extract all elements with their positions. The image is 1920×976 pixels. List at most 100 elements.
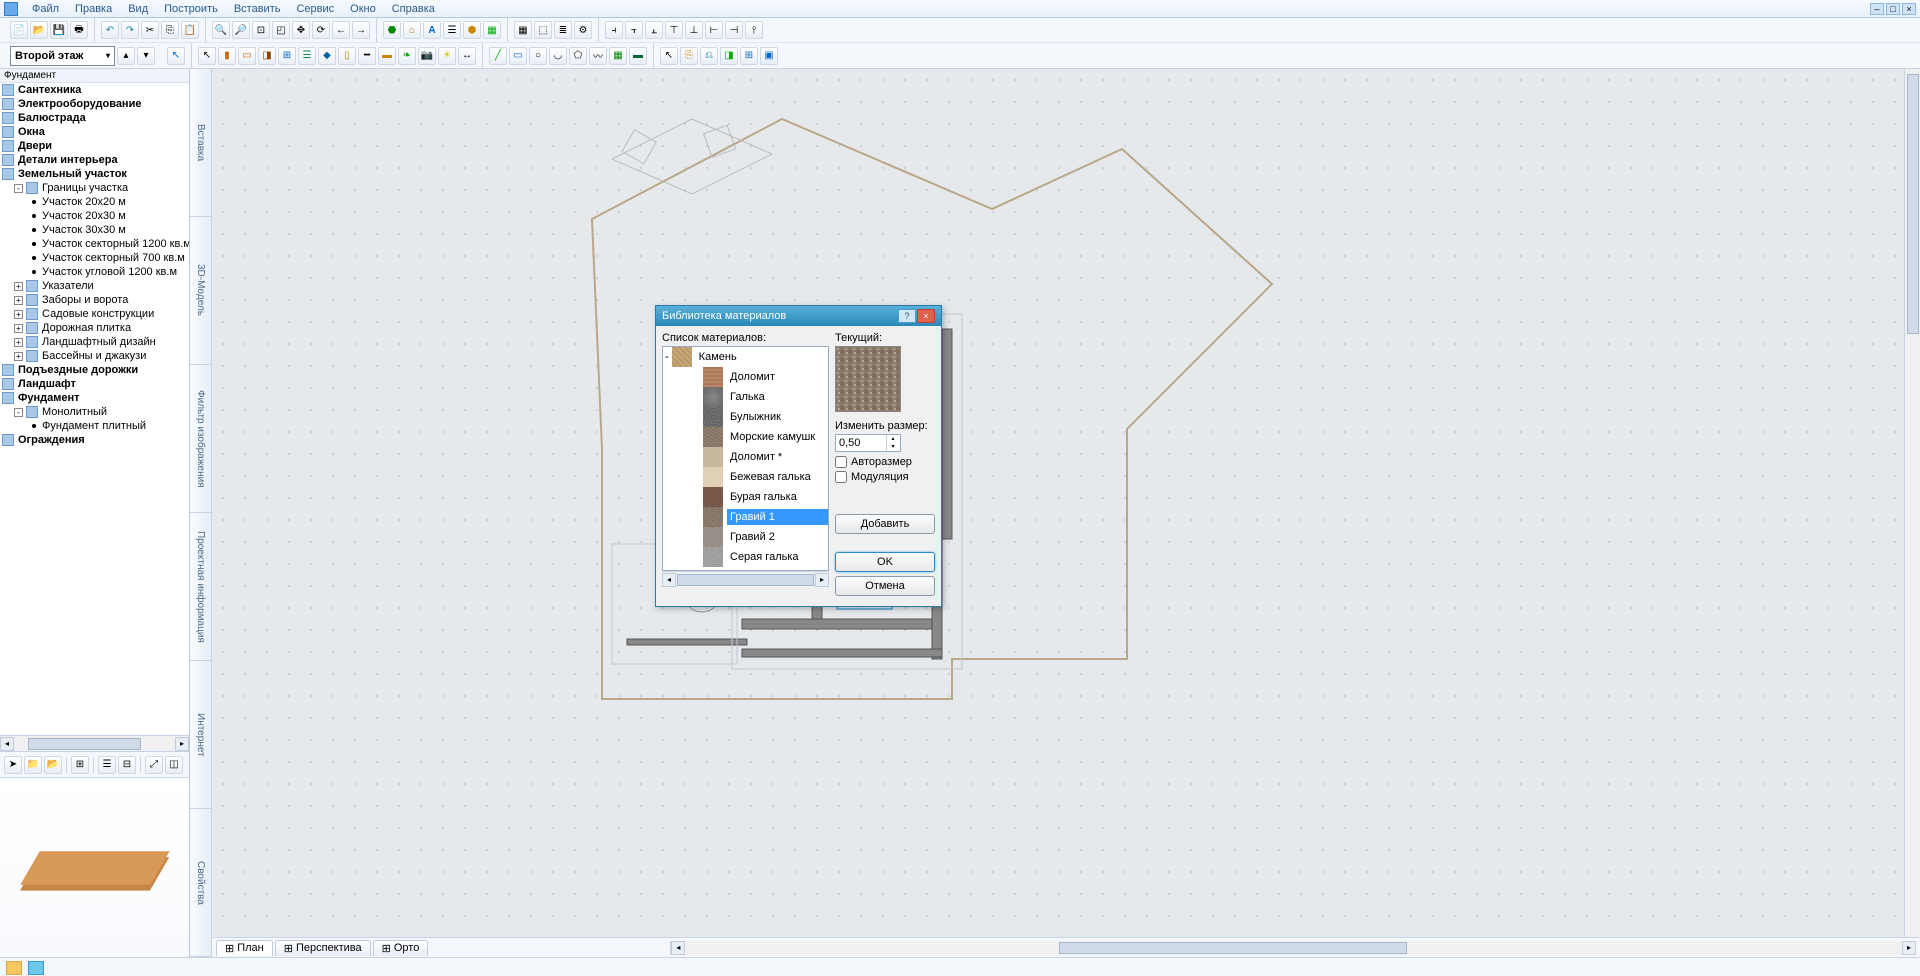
align-6[interactable]: ⊢ — [705, 21, 723, 39]
material-item[interactable]: Булыжник — [663, 407, 828, 427]
arc-tool[interactable]: ◡ — [549, 47, 567, 65]
material-item[interactable]: Доломит * — [663, 447, 828, 467]
add-button[interactable]: Добавить — [835, 514, 935, 534]
undo-button[interactable]: ↶ — [101, 21, 119, 39]
lt-1[interactable]: ➤ — [4, 756, 22, 774]
dialog-titlebar[interactable]: Библиотека материалов ? × — [656, 306, 941, 326]
canvas[interactable]: Библиотека материалов ? × Список материа… — [212, 69, 1920, 937]
tool-a-button[interactable]: ⬣ — [383, 21, 401, 39]
wall-tool[interactable]: ▮ — [218, 47, 236, 65]
lt-4[interactable]: ⊞ — [71, 756, 89, 774]
tree-item[interactable]: +Заборы и ворота — [0, 293, 189, 307]
mod-2[interactable]: ⎘ — [680, 47, 698, 65]
snap-button[interactable]: ⬚ — [534, 21, 552, 39]
material-item[interactable]: Бурая галька — [663, 487, 828, 507]
canvas-tab-План[interactable]: ⊞План — [216, 940, 273, 956]
settings-button[interactable]: ⚙ — [574, 21, 592, 39]
tool-e-button[interactable]: ▦ — [483, 21, 501, 39]
menu-Файл[interactable]: Файл — [24, 3, 67, 15]
vtab-Свойства[interactable]: Свойства — [190, 809, 211, 957]
tree-item[interactable]: +Ландшафтный дизайн — [0, 335, 189, 349]
tool-d-button[interactable]: ⬢ — [463, 21, 481, 39]
mod-4[interactable]: ◨ — [720, 47, 738, 65]
status-icon-1[interactable] — [6, 961, 22, 975]
menu-Справка[interactable]: Справка — [384, 3, 443, 15]
align-1[interactable]: ⫞ — [605, 21, 623, 39]
beam-tool[interactable]: ━ — [358, 47, 376, 65]
window-tool[interactable]: ⊞ — [278, 47, 296, 65]
rect-tool[interactable]: ▭ — [509, 47, 527, 65]
ok-button[interactable]: OK — [835, 552, 935, 572]
autosize-checkbox[interactable]: Авторазмер — [835, 456, 935, 468]
maximize-button[interactable]: □ — [1886, 3, 1900, 15]
tree-item[interactable]: -Границы участка — [0, 181, 189, 195]
modulation-checkbox[interactable]: Модуляция — [835, 471, 935, 483]
material-item[interactable]: Гравий 2 — [663, 527, 828, 547]
tree-item[interactable]: Участок 20х30 м — [0, 209, 189, 223]
vtab-Фильтр изображения[interactable]: Фильтр изображения — [190, 365, 211, 513]
room-tool[interactable]: ▭ — [238, 47, 256, 65]
mod-3[interactable]: ⎌ — [700, 47, 718, 65]
material-item[interactable]: Бежевая галька — [663, 467, 828, 487]
tree-item[interactable]: Земельный участок — [0, 167, 189, 181]
material-item[interactable]: Серая галька — [663, 547, 828, 567]
tree-hscroll[interactable]: ◂▸ — [0, 735, 189, 751]
material-item[interactable]: -Камень — [663, 347, 828, 367]
material-item[interactable]: Галька — [663, 387, 828, 407]
tree-item[interactable]: Сантехника — [0, 83, 189, 97]
column-tool[interactable]: ▯ — [338, 47, 356, 65]
dialog-help-button[interactable]: ? — [898, 309, 916, 323]
poly-tool[interactable]: ⬠ — [569, 47, 587, 65]
tree-item[interactable]: +Бассейны и джакузи — [0, 349, 189, 363]
tree-item[interactable]: Балюстрада — [0, 111, 189, 125]
copy-button[interactable]: ⎘ — [161, 21, 179, 39]
tree-item[interactable]: Электрооборудование — [0, 97, 189, 111]
materials-list-hscroll[interactable]: ◂ ▸ — [662, 571, 829, 587]
menu-Сервис[interactable]: Сервис — [288, 3, 342, 15]
align-8[interactable]: ⫯ — [745, 21, 763, 39]
tree-item[interactable]: Фундамент — [0, 391, 189, 405]
floor-select[interactable]: Второй этаж — [10, 46, 115, 66]
zoom-next-button[interactable]: → — [352, 21, 370, 39]
spline-tool[interactable]: 〰 — [589, 47, 607, 65]
material-item[interactable]: Гравий 1 — [663, 507, 828, 527]
lt-2[interactable]: 📁 — [24, 756, 42, 774]
camera-tool[interactable]: 📷 — [418, 47, 436, 65]
vtab-Интернет[interactable]: Интернет — [190, 661, 211, 809]
menu-Вставить[interactable]: Вставить — [226, 3, 289, 15]
tree-item[interactable]: Участок секторный 1200 кв.м — [0, 237, 189, 251]
close-button[interactable]: × — [1902, 3, 1916, 15]
lt-6[interactable]: ⊟ — [118, 756, 136, 774]
floor-up-button[interactable]: ▴ — [117, 47, 135, 65]
minimize-button[interactable]: – — [1870, 3, 1884, 15]
text-button[interactable]: A — [423, 21, 441, 39]
material-item[interactable]: Морские камушк — [663, 427, 828, 447]
vtab-Вставка[interactable]: Вставка — [190, 69, 211, 217]
print-button[interactable]: 🖶 — [70, 21, 88, 39]
hatch-tool[interactable]: ▦ — [609, 47, 627, 65]
canvas-tab-Перспектива[interactable]: ⊞Перспектива — [275, 940, 371, 956]
align-4[interactable]: ⊤ — [665, 21, 683, 39]
status-icon-2[interactable] — [28, 961, 44, 975]
menu-Вид[interactable]: Вид — [120, 3, 156, 15]
tool-c-button[interactable]: ☰ — [443, 21, 461, 39]
tree-item[interactable]: Фундамент плитный — [0, 419, 189, 433]
grid-button[interactable]: ▦ — [514, 21, 532, 39]
tree-item[interactable]: +Указатели — [0, 279, 189, 293]
zoom-window-button[interactable]: ◰ — [272, 21, 290, 39]
tree-item[interactable]: Окна — [0, 125, 189, 139]
materials-list[interactable]: -КаменьДоломитГалькаБулыжникМорские каму… — [662, 346, 829, 571]
tree-item[interactable]: Ландшафт — [0, 377, 189, 391]
catalog-tree[interactable]: СантехникаЭлектрооборудованиеБалюстрадаО… — [0, 83, 189, 735]
tree-item[interactable]: Ограждения — [0, 433, 189, 447]
zoom-prev-button[interactable]: ← — [332, 21, 350, 39]
tree-item[interactable]: Двери — [0, 139, 189, 153]
stair-tool[interactable]: ☰ — [298, 47, 316, 65]
zoom-extents-button[interactable]: ⊡ — [252, 21, 270, 39]
open-button[interactable]: 📂 — [30, 21, 48, 39]
zoom-out-button[interactable]: 🔎 — [232, 21, 250, 39]
vtab-3D-Модель[interactable]: 3D-Модель — [190, 217, 211, 365]
menu-Построить[interactable]: Построить — [156, 3, 226, 15]
lt-8[interactable]: ◫ — [165, 756, 183, 774]
tree-item[interactable]: Подъездные дорожки — [0, 363, 189, 377]
